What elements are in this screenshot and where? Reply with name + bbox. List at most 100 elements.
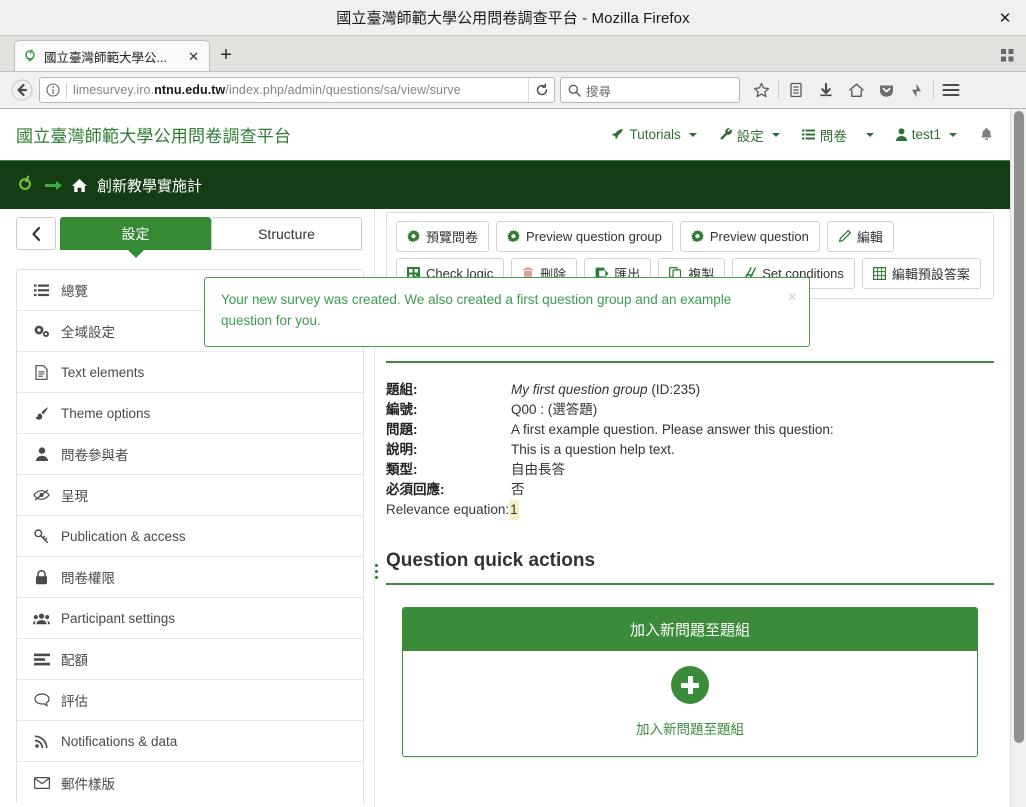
detail-label: 必須回應:: [386, 482, 445, 497]
tab-structure[interactable]: Structure: [211, 217, 362, 250]
arrow-right-icon: [45, 180, 62, 190]
button-label: 編輯預設答案: [891, 267, 970, 282]
button-label: 預覽問卷: [426, 230, 479, 245]
sidebar-item-assessments[interactable]: 評估: [17, 680, 363, 721]
nav-item-settings[interactable]: 設定: [719, 125, 780, 145]
browser-titlebar: 國立臺灣師範大學公用問卷調查平台 - Mozilla Firefox ✕: [0, 0, 1026, 36]
add-question-link[interactable]: 加入新問題至題組: [403, 718, 977, 738]
sidebar-item-quotas[interactable]: 配額: [17, 639, 363, 680]
edit-question-button[interactable]: 編輯: [826, 221, 894, 252]
url-prefix: limesurvey.iro.: [73, 83, 155, 97]
chevron-down-icon: [688, 132, 697, 137]
browser-toolbar-icons: [746, 76, 966, 104]
question-overview-card: 問題總覽 Q00 (ID: 2396) 題組: My first questio…: [386, 323, 994, 520]
question-quick-actions: Question quick actions 加入新問題至題組 加入新問題至題組: [386, 550, 994, 757]
detail-label: Relevance equation:: [386, 502, 510, 517]
page-scrollbar-thumb[interactable]: [1014, 111, 1024, 743]
table-icon: [872, 267, 886, 280]
detail-value-text: (ID:235): [651, 382, 701, 397]
browser-tab-close-icon[interactable]: ✕: [185, 50, 202, 63]
detail-value: My first question group (ID:235): [511, 380, 700, 400]
alert-close-icon[interactable]: ×: [788, 290, 797, 306]
gears-icon: [33, 324, 50, 338]
limesurvey-favicon-icon: [25, 49, 35, 62]
downloads-icon[interactable]: [811, 76, 841, 104]
window-close-button[interactable]: ✕: [992, 6, 1018, 30]
page-scrollbar[interactable]: [1010, 109, 1026, 807]
pencil-icon: [838, 230, 851, 243]
pocket-icon[interactable]: [871, 76, 901, 104]
sidebar-item-theme-options[interactable]: Theme options: [17, 393, 363, 434]
detail-value: A first example question. Please answer …: [511, 422, 834, 437]
url-path: /index.php/admin/questions/sa/view/surve: [225, 83, 461, 97]
detail-row: Relevance equation: 1: [386, 500, 994, 520]
reload-icon[interactable]: [528, 78, 554, 102]
sidebar-item-presentation[interactable]: 呈現: [17, 475, 363, 516]
plus-icon[interactable]: [671, 666, 709, 704]
sidebar-item-email-templates[interactable]: 郵件樣版: [17, 762, 363, 803]
list-all-tabs-icon[interactable]: [996, 44, 1018, 66]
question-detail-list: 題組: My first question group (ID:235) 編號:…: [386, 380, 994, 520]
sidebar-item-label: Text elements: [61, 364, 145, 380]
sync-icon[interactable]: [901, 76, 931, 104]
sidebar-item-survey-participants[interactable]: 問卷參與者: [17, 434, 363, 475]
nav-item-user-label: test1: [911, 127, 941, 142]
sidebar-item-text-elements[interactable]: Text elements: [17, 352, 363, 393]
library-icon[interactable]: [781, 76, 811, 104]
file-text-icon: [33, 364, 50, 380]
app-brand[interactable]: 國立臺灣師範大學公用問卷調查平台: [16, 122, 291, 147]
url-bar[interactable]: limesurvey.iro.ntnu.edu.tw/index.php/adm…: [39, 77, 555, 103]
tab-settings[interactable]: 設定: [60, 217, 211, 250]
wrench-icon: [719, 128, 732, 140]
detail-row: 說明: This is a question help text.: [386, 440, 994, 460]
detail-value-italic: My first question group: [511, 382, 648, 397]
sidebar-item-label: 呈現: [61, 489, 88, 504]
detail-row: 必須回應: 否: [386, 480, 994, 500]
add-question-card-body[interactable]: 加入新問題至題組: [403, 651, 977, 756]
rss-icon: [33, 734, 50, 748]
nav-item-tutorials[interactable]: Tutorials: [611, 127, 697, 142]
nav-item-surveys[interactable]: 問卷: [801, 125, 874, 145]
sidebar-collapse-button[interactable]: [16, 217, 56, 250]
button-label: Preview question group: [526, 229, 662, 244]
preview-survey-button[interactable]: 預覽問卷: [396, 221, 490, 252]
detail-label: 類型:: [386, 462, 418, 477]
back-button[interactable]: [7, 76, 37, 104]
notifications-button[interactable]: [979, 127, 994, 142]
chevron-left-icon: [31, 226, 40, 241]
home-icon[interactable]: [841, 76, 871, 104]
add-question-card[interactable]: 加入新問題至題組 加入新問題至題組: [402, 607, 978, 757]
sidebar-item-notifications-data[interactable]: Notifications & data: [17, 721, 363, 762]
add-question-card-header: 加入新問題至題組: [403, 608, 977, 651]
sidebar-item-publication-access[interactable]: Publication & access: [17, 516, 363, 557]
page-viewport: 國立臺灣師範大學公用問卷調查平台 Tutorials 設定 問卷 test1 創…: [0, 109, 1026, 807]
site-info-icon[interactable]: [40, 83, 66, 97]
sidebar-item-label: 評估: [61, 694, 88, 709]
gear-icon: [407, 230, 420, 243]
new-tab-button[interactable]: +: [210, 40, 242, 71]
nav-item-user[interactable]: test1: [895, 127, 957, 142]
sidebar-item-label: Theme options: [61, 405, 151, 421]
key-icon: [33, 529, 50, 543]
breadcrumb-survey-title[interactable]: 創新教學實施計: [97, 175, 202, 196]
app-navbar-menu: Tutorials 設定 問卷 test1: [611, 125, 994, 145]
gear-icon: [691, 230, 704, 243]
preview-question-button[interactable]: Preview question: [679, 221, 820, 252]
search-bar[interactable]: 搜尋: [560, 77, 740, 103]
sidebar-item-survey-permissions[interactable]: 問卷權限: [17, 557, 363, 598]
success-alert: Your new survey was created. We also cre…: [204, 277, 810, 347]
home-icon[interactable]: [71, 178, 88, 193]
limesurvey-logo-icon[interactable]: [14, 174, 36, 196]
toolbar-divider: [778, 81, 779, 99]
bookmark-star-icon[interactable]: [746, 76, 776, 104]
hamburger-menu-icon[interactable]: [936, 76, 966, 104]
sidebar-item-participant-settings[interactable]: Participant settings: [17, 598, 363, 639]
preview-question-group-button[interactable]: Preview question group: [496, 221, 673, 252]
detail-label: 題組:: [386, 382, 418, 397]
browser-tab[interactable]: 國立臺灣師範大學公... ✕: [14, 40, 210, 71]
browser-tabbar: 國立臺灣師範大學公... ✕ +: [0, 36, 1026, 72]
edit-default-answers-button[interactable]: 編輯預設答案: [861, 258, 981, 289]
chevron-down-icon: [949, 132, 957, 137]
alert-message: Your new survey was created. We also cre…: [221, 292, 732, 328]
search-icon: [568, 84, 581, 97]
